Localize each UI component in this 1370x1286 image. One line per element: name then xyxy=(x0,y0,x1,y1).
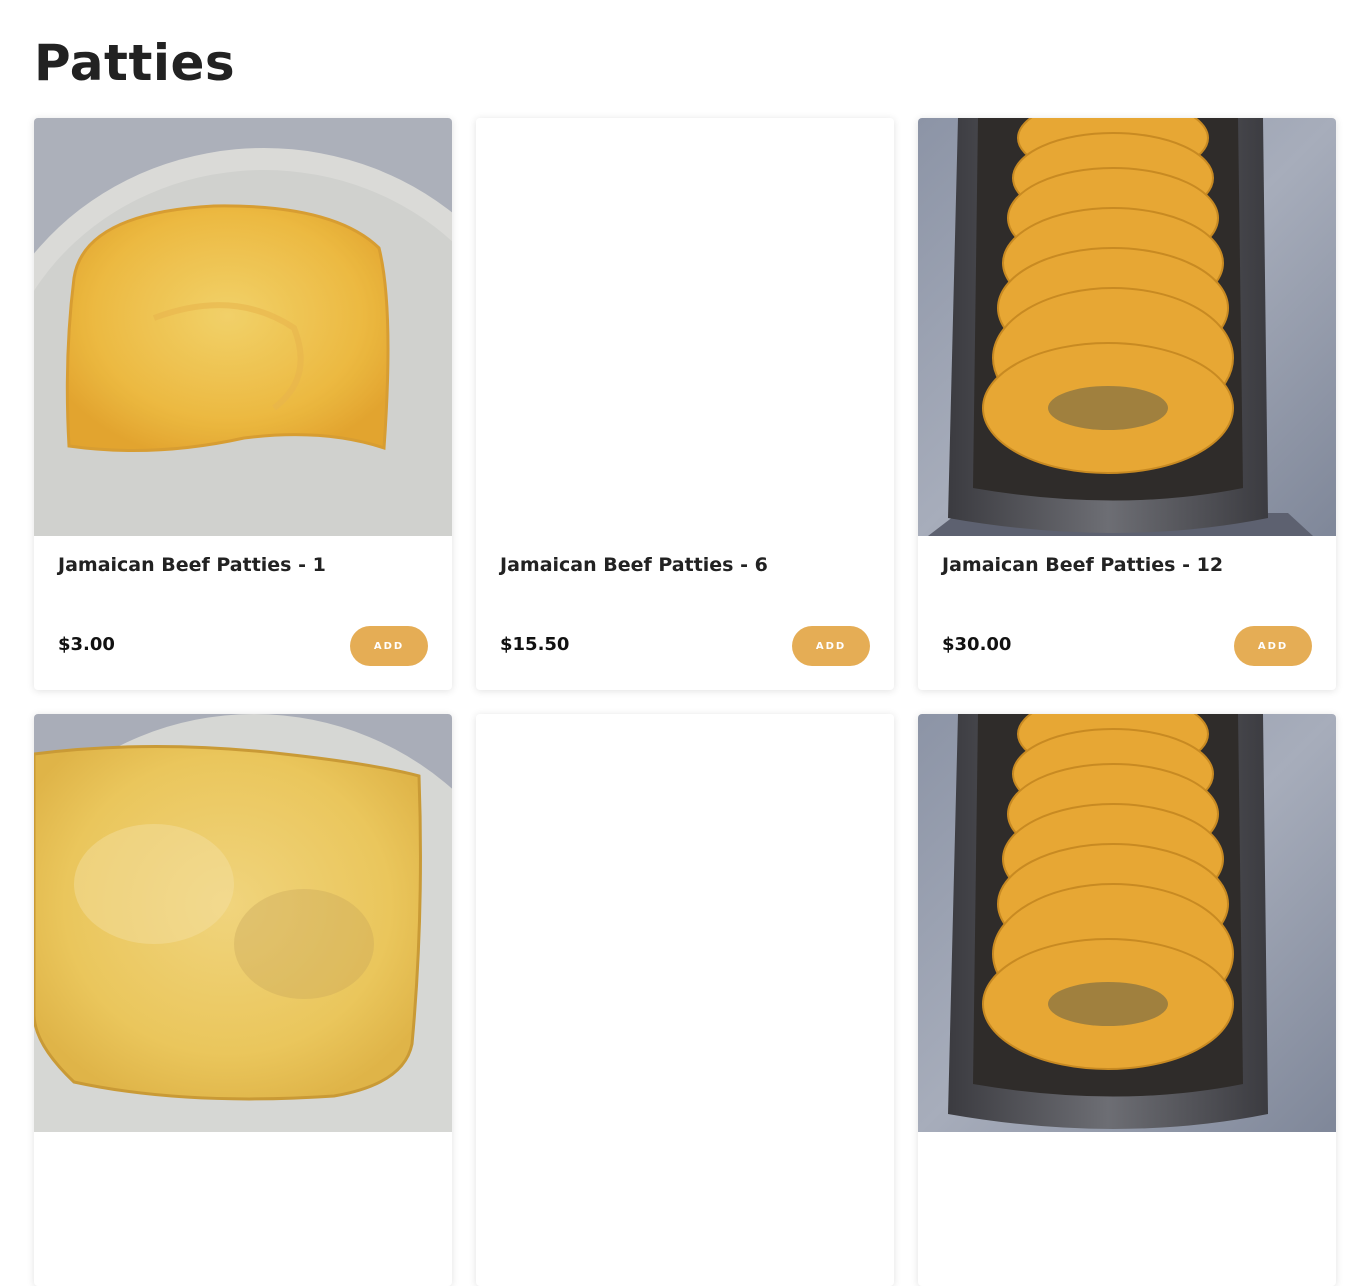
product-card[interactable]: Jamaican Beef Patties - 12 $30.00 ADD xyxy=(918,118,1336,690)
product-card[interactable]: Jamaican Beef Patties - 6 $15.50 ADD xyxy=(476,118,894,690)
product-image[interactable] xyxy=(918,714,1336,1132)
product-image[interactable] xyxy=(34,714,452,1132)
product-card[interactable]: Jamaican Beef Patties - 1 $3.00 ADD xyxy=(34,118,452,690)
product-image[interactable] xyxy=(918,118,1336,536)
product-grid: Jamaican Beef Patties - 1 $3.00 ADD Jama… xyxy=(34,118,1336,1286)
product-price: $3.00 xyxy=(58,634,115,655)
product-name: Jamaican Beef Patties - 1 xyxy=(58,554,326,576)
patty-tray-photo xyxy=(918,118,1336,536)
single-patty-photo-alt xyxy=(34,714,452,1132)
product-name: Jamaican Beef Patties - 6 xyxy=(500,554,768,576)
product-card[interactable] xyxy=(34,714,452,1286)
product-name: Jamaican Beef Patties - 12 xyxy=(942,554,1224,576)
product-image[interactable] xyxy=(34,118,452,536)
patty-tray-photo xyxy=(918,714,1336,1132)
product-price: $30.00 xyxy=(942,634,1012,655)
product-card[interactable] xyxy=(918,714,1336,1286)
product-price: $15.50 xyxy=(500,634,570,655)
add-button[interactable]: ADD xyxy=(1234,626,1312,666)
add-button[interactable]: ADD xyxy=(792,626,870,666)
product-image-placeholder[interactable] xyxy=(476,714,894,1132)
add-button[interactable]: ADD xyxy=(350,626,428,666)
page-title: Patties xyxy=(34,34,236,92)
product-image-placeholder[interactable] xyxy=(476,118,894,536)
single-patty-photo xyxy=(34,118,452,536)
product-card[interactable] xyxy=(476,714,894,1286)
